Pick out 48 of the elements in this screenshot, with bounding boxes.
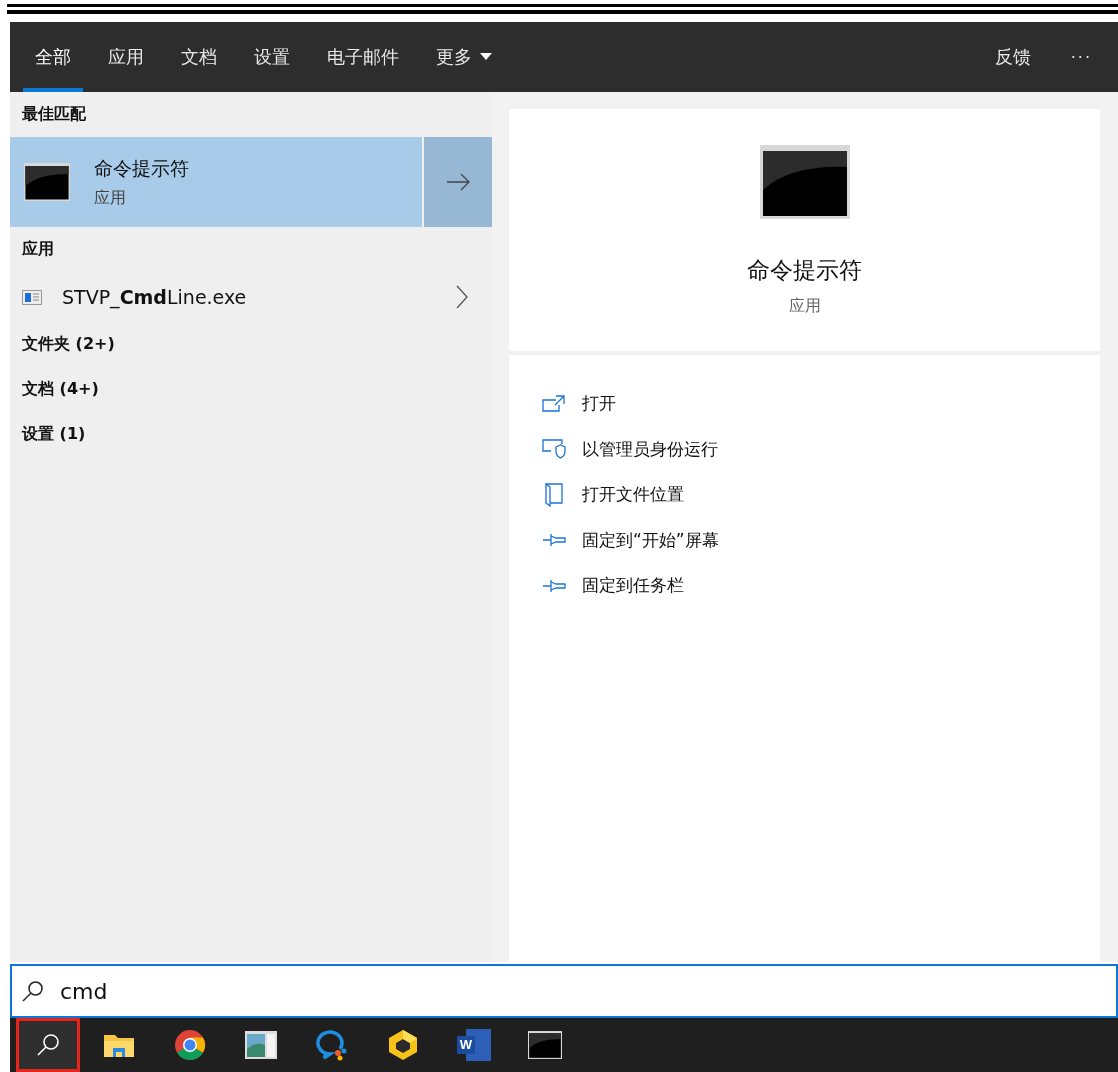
arrow-right-icon <box>446 173 470 191</box>
action-item[interactable]: 固定到“开始”屏幕 <box>509 517 1100 563</box>
cube-icon <box>388 1029 418 1061</box>
open-external-icon <box>541 394 567 413</box>
section-heading: 最佳匹配 <box>21 103 87 125</box>
window-icon <box>22 289 42 305</box>
more-options-button[interactable]: ··· <box>1050 22 1118 92</box>
section-heading: 文件夹 (2+) <box>21 333 116 355</box>
filter-tab[interactable]: 应用 <box>96 22 156 92</box>
preview-subtitle: 应用 <box>788 296 821 317</box>
terminal-icon <box>22 163 72 201</box>
result-item[interactable]: STVP_CmdLine.exe <box>10 272 492 322</box>
terminal-icon <box>759 145 850 219</box>
action-label: 打开 <box>582 392 616 416</box>
action-item[interactable]: 固定到任务栏 <box>509 563 1100 609</box>
action-label: 固定到任务栏 <box>582 574 684 598</box>
pin-icon <box>541 532 567 549</box>
search-icon <box>22 980 44 1002</box>
terminal-icon <box>528 1031 562 1059</box>
result-title: 命令提示符 <box>94 155 189 181</box>
action-item[interactable]: 打开 <box>509 381 1100 427</box>
shield-icon <box>541 439 567 460</box>
window-icon <box>245 1031 277 1059</box>
action-label: 以管理员身份运行 <box>582 437 718 461</box>
preview-title: 命令提示符 <box>747 256 862 285</box>
filter-tab[interactable]: 设置 <box>242 22 302 92</box>
browser-icon <box>174 1029 206 1061</box>
search-icon <box>36 1033 60 1057</box>
pin-icon <box>541 577 567 594</box>
chevron-right-icon <box>456 285 468 309</box>
feedback-button[interactable]: 反馈 <box>974 22 1051 92</box>
filter-tab[interactable]: 文档 <box>169 22 229 92</box>
section-heading: 设置 (1) <box>20 423 87 445</box>
action-item[interactable]: 打开文件位置 <box>509 472 1100 518</box>
section-heading: 文档 (4+) <box>21 378 100 400</box>
result-subtitle: 应用 <box>94 187 127 209</box>
chat-bubble-icon <box>316 1029 348 1061</box>
action-label: 打开文件位置 <box>582 483 684 507</box>
action-item[interactable]: 以管理员身份运行 <box>509 426 1100 472</box>
filter-tab[interactable]: 更多 <box>424 22 504 92</box>
search-box[interactable]: cmd <box>10 964 1118 1018</box>
search-button[interactable] <box>16 1018 80 1072</box>
result-title: STVP_CmdLine.exe <box>62 286 248 308</box>
section-heading: 应用 <box>21 238 55 260</box>
search-field[interactable]: cmd <box>60 971 1116 1011</box>
filter-tab[interactable]: 电子邮件 <box>315 22 411 92</box>
action-label: 固定到“开始”屏幕 <box>582 528 719 552</box>
best-match-item[interactable]: 命令提示符 应用 <box>10 137 422 227</box>
